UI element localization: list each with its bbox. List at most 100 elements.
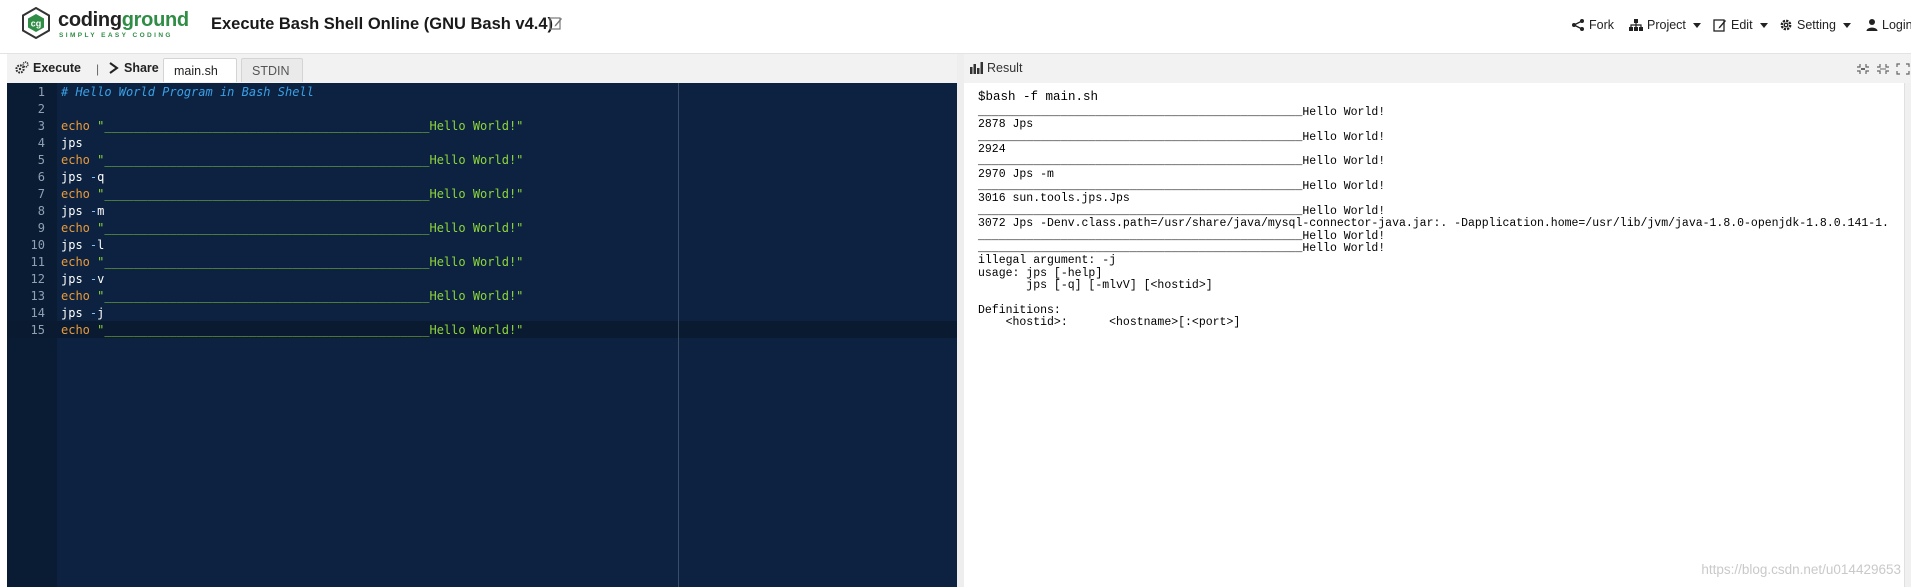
- code-line[interactable]: 8 jps -m: [7, 203, 957, 220]
- fork-menu[interactable]: Fork: [1571, 15, 1614, 35]
- edit-menu[interactable]: Edit: [1713, 15, 1768, 35]
- output-line: ________________________________________…: [978, 106, 1386, 119]
- logo-wordmark: codingground: [58, 9, 189, 31]
- line-number: 7: [37, 187, 45, 201]
- editor-toolbar: Execute | Share main.sh STDIN: [7, 54, 957, 84]
- bar-chart-icon: [970, 62, 983, 74]
- code-token: ": [89, 153, 105, 167]
- code-token: jps: [61, 170, 83, 184]
- line-number: 2: [37, 102, 45, 116]
- result-output[interactable]: $bash -f main.sh _______________________…: [964, 83, 1911, 587]
- code-token: echo: [61, 289, 90, 303]
- top-navbar: cg codingground SIMPLY EASY CODING Execu…: [0, 0, 1911, 54]
- code-token: ": [89, 221, 105, 235]
- code-line[interactable]: 11 echo "________________________________…: [7, 254, 957, 271]
- code-token: -: [82, 306, 98, 320]
- line-number: 10: [30, 238, 45, 252]
- split-view-icon[interactable]: [1876, 62, 1890, 80]
- code-line[interactable]: 15 echo "________________________________…: [7, 322, 957, 339]
- code-line[interactable]: 13 echo "________________________________…: [7, 288, 957, 305]
- code-line[interactable]: 10 jps -l: [7, 237, 957, 254]
- code-text: echo "__________________________________…: [61, 254, 523, 271]
- result-scrollbar[interactable]: [1904, 83, 1911, 587]
- edit-icon: [1713, 19, 1726, 32]
- code-token: ________________________________________…: [104, 255, 524, 269]
- code-token: jps: [61, 238, 83, 252]
- login-menu[interactable]: Login: [1866, 15, 1911, 35]
- line-number: 3: [37, 119, 45, 133]
- logo-tagline: SIMPLY EASY CODING: [59, 32, 173, 39]
- code-token: ________________________________________…: [104, 289, 524, 303]
- code-text: # Hello World Program in Bash Shell: [61, 84, 314, 101]
- line-number: 12: [30, 272, 45, 286]
- code-token: echo: [61, 187, 90, 201]
- code-text: jps: [61, 135, 83, 152]
- code-text: jps -q: [61, 169, 104, 186]
- code-token: m: [97, 204, 105, 218]
- user-icon: [1866, 19, 1878, 31]
- tab-stdin[interactable]: STDIN: [241, 58, 303, 82]
- execute-button[interactable]: Execute: [15, 61, 81, 75]
- code-token: echo: [61, 153, 90, 167]
- code-token: ________________________________________…: [104, 119, 524, 133]
- line-number: 5: [37, 153, 45, 167]
- code-token: jps: [61, 204, 83, 218]
- toolbar-separator: |: [96, 62, 100, 76]
- code-text: echo "__________________________________…: [61, 322, 523, 339]
- line-number: 15: [30, 323, 45, 337]
- project-menu[interactable]: Project: [1629, 15, 1701, 35]
- code-token: -: [82, 272, 98, 286]
- code-line[interactable]: 7 echo "_________________________________…: [7, 186, 957, 203]
- code-line[interactable]: 12 jps -v: [7, 271, 957, 288]
- line-number: 8: [37, 204, 45, 218]
- edit-label: Edit: [1731, 18, 1753, 32]
- code-token: -: [82, 204, 98, 218]
- compress-icon[interactable]: [1856, 62, 1870, 80]
- code-line[interactable]: 14 jps -j: [7, 305, 957, 322]
- code-line[interactable]: 6 jps -q: [7, 169, 957, 186]
- result-label: Result: [987, 61, 1023, 75]
- code-token: ": [89, 187, 105, 201]
- setting-label: Setting: [1797, 18, 1836, 32]
- logo-hexagon-icon: cg: [22, 7, 50, 39]
- fork-label: Fork: [1589, 18, 1614, 32]
- code-token: ________________________________________…: [104, 323, 524, 337]
- chevron-down-icon: [1692, 22, 1701, 28]
- code-token: jps: [61, 306, 83, 320]
- share-button[interactable]: Share: [108, 61, 159, 75]
- code-text: echo "__________________________________…: [61, 220, 523, 237]
- code-line[interactable]: 9 echo "_________________________________…: [7, 220, 957, 237]
- line-number: 6: [37, 170, 45, 184]
- code-token: jps: [61, 136, 83, 150]
- code-token: ________________________________________…: [104, 221, 524, 235]
- codingground-logo[interactable]: cg codingground SIMPLY EASY CODING: [20, 7, 192, 41]
- code-token: echo: [61, 221, 90, 235]
- code-text: echo "__________________________________…: [61, 186, 523, 203]
- setting-menu[interactable]: Setting: [1779, 15, 1851, 35]
- code-line[interactable]: 5 echo "_________________________________…: [7, 152, 957, 169]
- code-token: ________________________________________…: [104, 153, 524, 167]
- chevron-down-icon: [1759, 22, 1768, 28]
- output-line: jps [-q] [-mlvV] [<hostid>]: [978, 278, 1213, 292]
- line-number: 14: [30, 306, 45, 320]
- code-editor[interactable]: 1 # Hello World Program in Bash Shell 2 3 ec…: [7, 83, 957, 587]
- code-token: v: [97, 272, 105, 286]
- watermark: https://blog.csdn.net/u014429653: [1701, 562, 1901, 577]
- code-text: echo "__________________________________…: [61, 118, 523, 135]
- chevron-down-icon: [1842, 22, 1851, 28]
- code-line[interactable]: 1 # Hello World Program in Bash Shell: [7, 84, 957, 101]
- code-token: j: [97, 306, 105, 320]
- edit-title-icon[interactable]: [549, 16, 563, 35]
- execute-label: Execute: [33, 61, 81, 75]
- output-line: ________________________________________…: [978, 130, 1386, 144]
- line-number: 9: [37, 221, 45, 235]
- code-line[interactable]: 2: [7, 101, 957, 118]
- tab-main-sh[interactable]: main.sh: [163, 58, 237, 82]
- code-text: jps -m: [61, 203, 104, 220]
- gears-icon: [15, 61, 29, 74]
- svg-text:cg: cg: [31, 19, 42, 29]
- pane-splitter[interactable]: [957, 54, 964, 587]
- code-line[interactable]: 3 echo "_________________________________…: [7, 118, 957, 135]
- expand-icon[interactable]: [1896, 62, 1910, 80]
- code-line[interactable]: 4 jps: [7, 135, 957, 152]
